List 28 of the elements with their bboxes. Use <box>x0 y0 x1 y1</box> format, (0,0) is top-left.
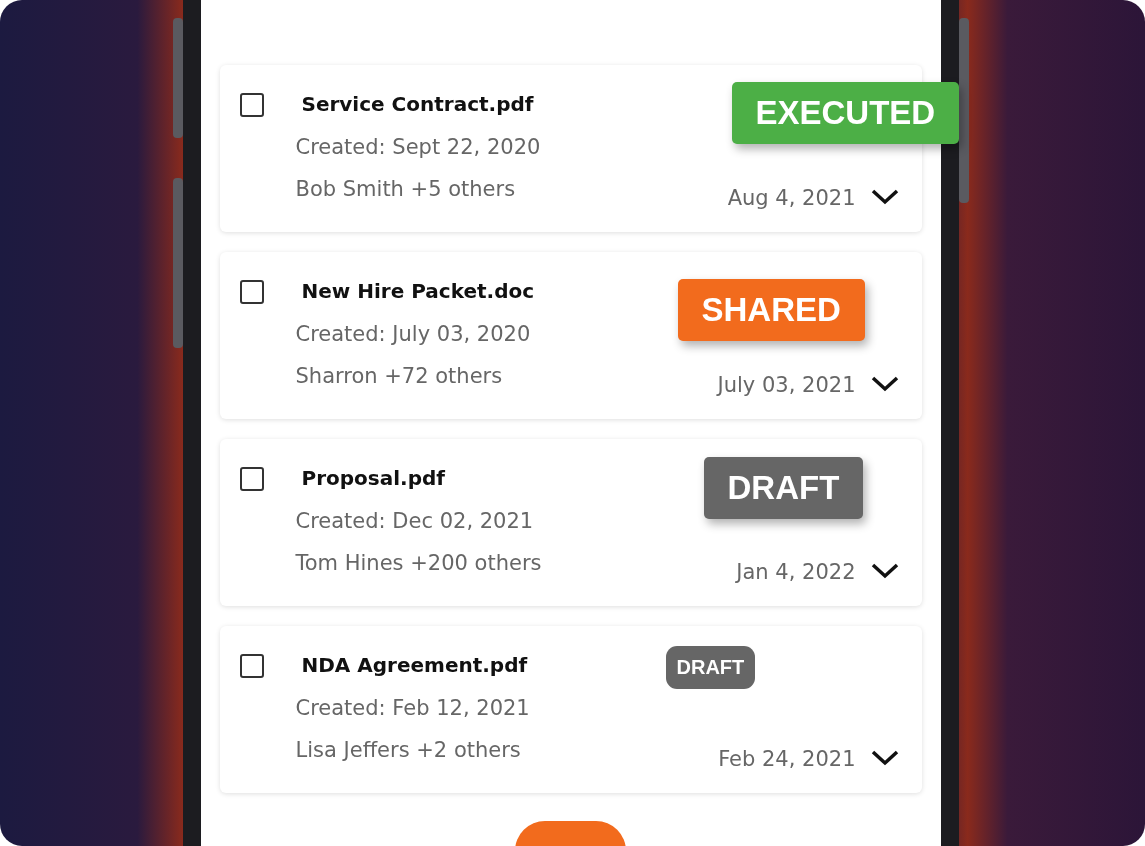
shared-with: Lisa Jeffers +2 others <box>295 738 521 762</box>
checkbox[interactable] <box>239 654 264 678</box>
chevron-down-icon[interactable] <box>869 375 900 393</box>
checkbox[interactable] <box>239 467 264 491</box>
checkbox[interactable] <box>239 280 264 304</box>
created-date: Created: Feb 12, 2021 <box>295 696 530 720</box>
document-name: New Hire Packet.doc <box>301 278 535 304</box>
chevron-down-icon[interactable] <box>869 749 900 767</box>
chevron-down-icon[interactable] <box>869 188 900 206</box>
shared-with: Sharron +72 others <box>295 364 503 388</box>
created-date: Created: Dec 02, 2021 <box>295 509 534 533</box>
created-date: Created: July 03, 2020 <box>295 322 531 346</box>
created-date: Created: Sept 22, 2020 <box>295 135 541 159</box>
chevron-down-icon[interactable] <box>869 562 900 580</box>
document-name: NDA Agreement.pdf <box>301 652 528 678</box>
modified-date: July 03, 2021 <box>717 373 856 397</box>
status-badge: EXECUTED <box>731 82 960 144</box>
modified-date: Jan 4, 2022 <box>736 560 856 584</box>
document-name: Proposal.pdf <box>301 465 445 491</box>
status-badge: DRAFT <box>665 646 756 689</box>
modified-date: Aug 4, 2021 <box>727 186 856 210</box>
shared-with: Tom Hines +200 others <box>295 551 542 575</box>
document-name: Service Contract.pdf <box>301 91 534 117</box>
shared-with: Bob Smith +5 others <box>295 177 516 201</box>
status-badge: DRAFT <box>703 457 864 519</box>
status-badge: SHARED <box>677 279 865 341</box>
checkbox[interactable] <box>239 93 264 117</box>
modified-date: Feb 24, 2021 <box>718 747 856 771</box>
